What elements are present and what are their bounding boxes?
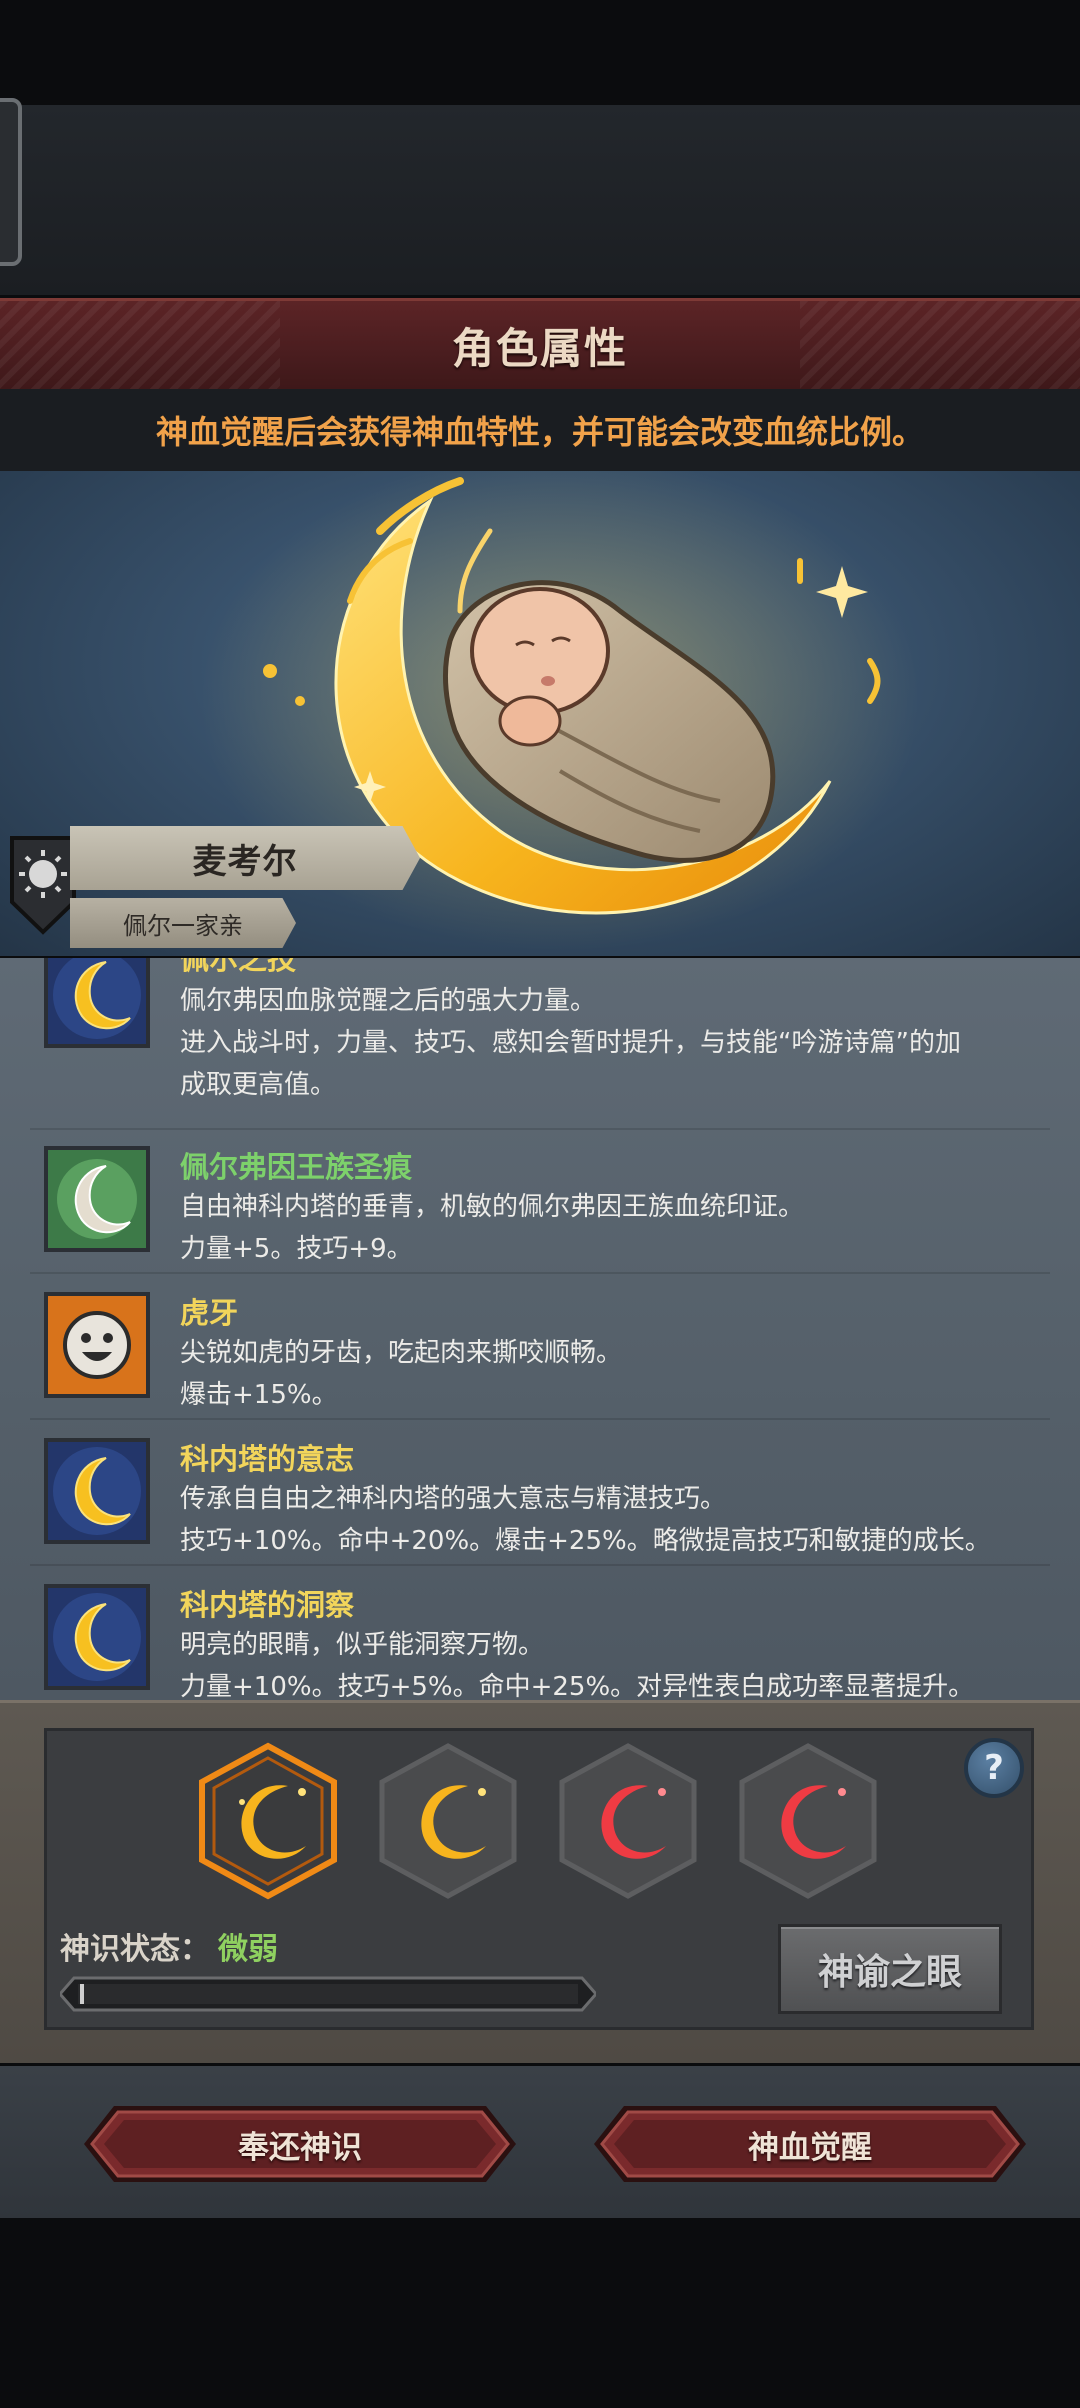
- divider: [30, 1128, 1050, 1130]
- awakening-slot-4[interactable]: [738, 1742, 878, 1900]
- divine-blood-awakening-button[interactable]: 神血觉醒: [594, 2104, 1026, 2184]
- trait-list[interactable]: 佩尔之技 佩尔弗因血脉觉醒之后的强大力量。 进入战斗时，力量、技巧、感知会暂时提…: [0, 958, 1080, 1700]
- divine-sense-progress-bar: [60, 1976, 596, 2012]
- trait-description: 成取更高值。: [180, 1070, 337, 1100]
- trait-name: 佩尔弗因王族圣痕: [180, 1150, 413, 1184]
- trait-description: 尖锐如虎的牙齿，吃起肉来撕咬顺畅。: [180, 1338, 623, 1368]
- awakening-slot-3[interactable]: [558, 1742, 698, 1900]
- trait-name: 科内塔的意志: [180, 1442, 355, 1476]
- divider: [30, 1564, 1050, 1566]
- trait-description: 力量+10%。技巧+5%。命中+25%。对异性表白成功率显著提升。: [180, 1672, 975, 1700]
- subtitle-banner: 神血觉醒后会获得神血特性，并可能会改变血统比例。: [0, 389, 1080, 471]
- subtitle-text: 神血觉醒后会获得神血特性，并可能会改变血统比例。: [155, 413, 924, 451]
- trait-description: 佩尔弗因血脉觉醒之后的强大力量。: [180, 986, 597, 1016]
- family-name: 佩尔一家亲: [123, 911, 243, 940]
- oracle-eye-button[interactable]: 神谕之眼: [778, 1924, 1002, 2014]
- status-label: 神识状态：: [60, 1932, 210, 1967]
- character-name-plate: 麦考尔: [70, 826, 420, 890]
- awakening-slot-1[interactable]: [198, 1742, 338, 1900]
- return-divine-sense-button[interactable]: 奉还神识: [84, 2104, 516, 2184]
- page-title: 角色属性: [451, 323, 628, 373]
- trait-description: 传承自自由之神科内塔的强大意志与精湛技巧。: [180, 1484, 727, 1514]
- return-divine-sense-label: 奉还神识: [238, 2129, 362, 2166]
- divider: [30, 1272, 1050, 1274]
- trait-description: 技巧+10%。命中+20%。爆击+25%。略微提高技巧和敏捷的成长。: [180, 1526, 991, 1556]
- trait-description: 力量+5。技巧+9。: [180, 1234, 413, 1264]
- golden-crescent-icon: [44, 958, 150, 1048]
- family-name-plate: 佩尔一家亲: [70, 898, 296, 948]
- family-crest-icon: [10, 836, 76, 935]
- top-frame: [0, 105, 1080, 295]
- title-decoration-left: [0, 301, 280, 389]
- trait-description: 自由神科内塔的垂青，机敏的佩尔弗因王族血统印证。: [180, 1192, 805, 1222]
- trait-description: 明亮的眼睛，似乎能洞察万物。: [180, 1630, 545, 1660]
- oracle-eye-label: 神谕之眼: [817, 1952, 962, 1993]
- awakening-slot-2[interactable]: [378, 1742, 518, 1900]
- trait-description: 进入战斗时，力量、技巧、感知会暂时提升，与技能“吟游诗篇”的加: [180, 1028, 961, 1058]
- trait-name: 虎牙: [180, 1296, 239, 1330]
- question-mark-icon: ?: [984, 1748, 1004, 1788]
- trait-name: 科内塔的洞察: [180, 1588, 355, 1622]
- divider: [30, 1418, 1050, 1420]
- trait-name: 佩尔之技: [180, 958, 297, 976]
- help-button[interactable]: ?: [964, 1738, 1024, 1798]
- status-value: 微弱: [218, 1932, 278, 1967]
- title-bar: 角色属性: [0, 298, 1080, 392]
- trait-description: 爆击+15%。: [180, 1380, 338, 1410]
- golden-crescent-icon: [44, 1438, 150, 1544]
- silver-crescent-icon: [44, 1146, 150, 1252]
- character-name: 麦考尔: [192, 841, 298, 882]
- title-decoration-right: [800, 301, 1080, 389]
- grinning-face-icon: [44, 1292, 150, 1398]
- back-handle[interactable]: [0, 98, 22, 266]
- divine-blood-awakening-label: 神血觉醒: [748, 2129, 872, 2166]
- golden-crescent-icon: [44, 1584, 150, 1690]
